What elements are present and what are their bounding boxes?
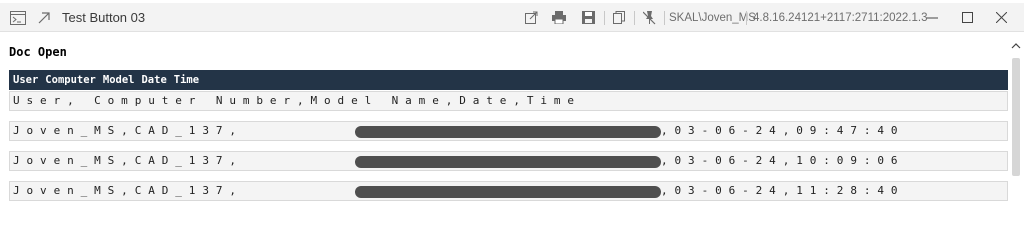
row-prefix: Joven_MS,CAD_137, bbox=[13, 154, 243, 167]
redaction-bar bbox=[355, 126, 661, 138]
table-row: Joven_MS,CAD_137, ,03-06-24,10:09:06 bbox=[9, 151, 1008, 171]
document-title: Doc Open bbox=[9, 45, 67, 59]
header-date: Date bbox=[141, 74, 167, 86]
minimize-icon[interactable] bbox=[917, 3, 947, 32]
version-label: 4.8.16.24121+2117:2711:2022.1.3 bbox=[753, 11, 928, 24]
scrollbar-thumb[interactable] bbox=[1012, 58, 1020, 176]
header-model: Model bbox=[102, 74, 135, 86]
print-icon[interactable] bbox=[548, 3, 570, 32]
table-row: Joven_MS,CAD_137, ,03-06-24,09:47:40 bbox=[9, 121, 1008, 141]
chevron-up-icon[interactable] bbox=[1008, 38, 1024, 54]
window-title: Test Button 03 bbox=[62, 10, 146, 25]
table-row: User, Computer Number,Model Name,Date,Ti… bbox=[9, 91, 1008, 111]
row-prefix: Joven_MS,CAD_137, bbox=[13, 124, 243, 137]
row-prefix: Joven_MS,CAD_137, bbox=[13, 184, 243, 197]
document-view: Doc Open User Computer Model Date Time U… bbox=[0, 33, 1008, 208]
copy-icon[interactable] bbox=[608, 3, 630, 32]
pin-off-icon[interactable] bbox=[638, 3, 660, 32]
separator bbox=[634, 11, 635, 25]
save-icon[interactable] bbox=[577, 3, 599, 32]
maximize-icon[interactable] bbox=[952, 3, 982, 32]
header-computer: Computer bbox=[45, 74, 96, 86]
header-user: User bbox=[13, 74, 39, 86]
separator bbox=[604, 11, 605, 25]
arrow-up-right-icon[interactable] bbox=[32, 3, 56, 32]
table-row: Joven_MS,CAD_137, ,03-06-24,11:28:40 bbox=[9, 181, 1008, 201]
table-header: User Computer Model Date Time bbox=[9, 70, 1008, 90]
header-time: Time bbox=[173, 74, 200, 86]
separator bbox=[664, 11, 665, 25]
redaction-bar bbox=[355, 156, 661, 168]
open-external-icon[interactable] bbox=[520, 3, 542, 32]
close-icon[interactable] bbox=[986, 3, 1016, 32]
terminal-icon bbox=[6, 3, 30, 32]
separator bbox=[746, 11, 747, 25]
title-bar: Test Button 03 SKAL\Joven_MS 4.8.16.2412… bbox=[0, 3, 1024, 32]
row-suffix: ,03-06-24,09:47:40 bbox=[661, 124, 905, 137]
row-suffix: ,03-06-24,11:28:40 bbox=[661, 184, 905, 197]
row-text: User, Computer Number,Model Name,Date,Ti… bbox=[13, 94, 581, 107]
user-label: SKAL\Joven_MS bbox=[669, 11, 756, 24]
row-suffix: ,03-06-24,10:09:06 bbox=[661, 154, 905, 167]
redaction-bar bbox=[355, 186, 661, 198]
